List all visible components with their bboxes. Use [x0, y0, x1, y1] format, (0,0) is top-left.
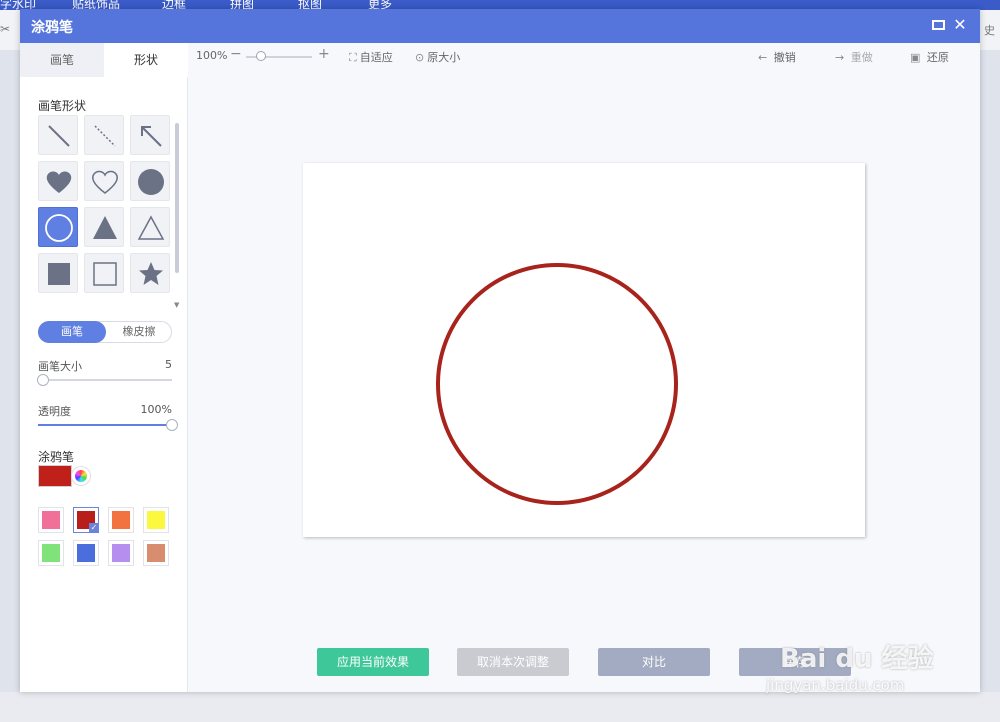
- drawing-canvas[interactable]: [303, 163, 865, 537]
- dashed-line-icon: [94, 125, 116, 147]
- color-swatch[interactable]: [38, 540, 64, 566]
- square-outline-icon: [93, 262, 117, 286]
- opacity-label: 透明度: [38, 405, 71, 418]
- scissors-icon[interactable]: ✂: [0, 22, 10, 36]
- color-swatch-fill: [147, 511, 165, 529]
- color-swatch-fill: [77, 544, 95, 562]
- brush-size-knob[interactable]: [37, 374, 49, 386]
- redo-label: 重做: [850, 51, 873, 64]
- color-swatch[interactable]: [143, 507, 169, 533]
- zoom-in-button[interactable]: +: [318, 46, 330, 62]
- triangle-outline-icon: [137, 215, 165, 240]
- arrow-icon: [141, 126, 162, 147]
- fit-label: 自适应: [359, 51, 393, 64]
- restore-button[interactable]: ▣ 还原: [910, 49, 949, 65]
- brush-eraser-toggle: 画笔 橡皮擦: [38, 321, 172, 343]
- zoom-level: 100%: [196, 49, 228, 62]
- brush-size-slider[interactable]: [37, 374, 172, 386]
- current-color-swatch[interactable]: [38, 465, 72, 487]
- color-swatch[interactable]: [73, 540, 99, 566]
- dialog-titlebar[interactable]: 涂鸦笔 ✕: [20, 9, 980, 43]
- color-swatch-fill: [112, 511, 130, 529]
- checkmark-icon: ✓: [89, 523, 99, 533]
- background-partial-label: 史: [984, 24, 995, 37]
- opacity-value: 100%: [140, 403, 172, 416]
- shape-triangle-filled-button[interactable]: [84, 207, 124, 247]
- apply-button[interactable]: 应用当前效果: [317, 648, 429, 676]
- original-size-label: 原大小: [427, 51, 461, 64]
- image-icon: ▣: [910, 51, 921, 64]
- shape-line-button[interactable]: [38, 115, 78, 155]
- shape-star-filled-button[interactable]: [130, 253, 170, 293]
- heart-filled-icon: [46, 171, 72, 193]
- color-swatch-fill: [112, 544, 130, 562]
- dialog-title: 涂鸦笔: [31, 20, 73, 36]
- undo-arrow-icon: ←: [758, 51, 768, 64]
- color-swatch[interactable]: ✓: [73, 507, 99, 533]
- left-panel: 画笔 形状 画笔形状 ▼ 画笔 橡皮擦 画笔大小 5 透明度 100% 涂鸦笔 …: [20, 43, 188, 692]
- undo-button[interactable]: ← 撤销: [758, 49, 796, 65]
- shape-circle-outline-button[interactable]: [38, 207, 78, 247]
- brush-size-value: 5: [165, 358, 172, 371]
- zoom-out-button[interactable]: −: [230, 46, 242, 62]
- color-swatch[interactable]: [108, 507, 134, 533]
- shape-heart-outline-button[interactable]: [84, 161, 124, 201]
- fit-icon: ⛶: [349, 51, 357, 64]
- magnifier-icon: ⊙: [415, 51, 425, 64]
- triangle-filled-icon: [93, 216, 117, 239]
- close-icon: ✕: [953, 15, 967, 34]
- color-swatch-fill: [42, 544, 60, 562]
- circle-outline-icon: [45, 214, 73, 242]
- canvas-drawing: [436, 263, 678, 505]
- fit-button[interactable]: ⛶ 自适应: [349, 49, 393, 65]
- original-size-button[interactable]: ⊙ 原大小: [415, 49, 460, 65]
- shape-triangle-outline-button[interactable]: [130, 207, 170, 247]
- tab-brush[interactable]: 画笔: [20, 43, 104, 77]
- opacity-fill: [38, 424, 172, 426]
- square-filled-icon: [48, 263, 70, 285]
- undo-label: 撤销: [773, 51, 796, 64]
- cancel-adjust-button[interactable]: 取消本次调整: [457, 648, 569, 676]
- color-swatch[interactable]: [108, 540, 134, 566]
- shape-circle-filled-button[interactable]: [130, 161, 170, 201]
- save-button[interactable]: 保存: [739, 648, 851, 676]
- restore-label: 还原: [926, 51, 949, 64]
- circle-filled-icon: [138, 169, 164, 195]
- color-swatch[interactable]: [38, 507, 64, 533]
- opacity-slider[interactable]: [38, 419, 178, 431]
- brush-size-label: 画笔大小: [38, 360, 82, 373]
- eraser-mode-button[interactable]: 橡皮擦: [105, 321, 173, 343]
- background-bottom: [0, 692, 1000, 722]
- shape-section-label: 画笔形状: [38, 99, 87, 113]
- maximize-icon: [931, 20, 945, 30]
- tab-shape[interactable]: 形状: [104, 43, 188, 77]
- shape-square-filled-button[interactable]: [38, 253, 78, 293]
- star-filled-icon: [139, 262, 163, 285]
- line-icon: [48, 125, 70, 147]
- color-swatch[interactable]: [143, 540, 169, 566]
- close-button[interactable]: ✕: [950, 15, 970, 35]
- shape-heart-filled-button[interactable]: [38, 161, 78, 201]
- compare-button[interactable]: 对比: [598, 648, 710, 676]
- scroll-down-icon[interactable]: ▼: [174, 301, 179, 309]
- brush-mode-button[interactable]: 画笔: [38, 321, 106, 343]
- shape-list-scrollbar[interactable]: [175, 123, 179, 273]
- redo-arrow-icon: →: [835, 51, 845, 64]
- color-picker-icon[interactable]: [72, 467, 90, 485]
- redo-button[interactable]: → 重做: [835, 49, 873, 65]
- color-swatch-fill: [147, 544, 165, 562]
- opacity-knob[interactable]: [166, 419, 178, 431]
- heart-outline-icon: [92, 170, 118, 194]
- panel-tabs: 画笔 形状: [20, 43, 188, 77]
- shape-arrow-button[interactable]: [130, 115, 170, 155]
- color-swatch-fill: [42, 511, 60, 529]
- maximize-button[interactable]: [928, 15, 948, 35]
- shape-dashed-line-button[interactable]: [84, 115, 124, 155]
- shape-square-outline-button[interactable]: [84, 253, 124, 293]
- color-section-label: 涂鸦笔: [38, 450, 75, 464]
- drawn-circle: [436, 263, 678, 505]
- zoom-slider-knob[interactable]: [256, 51, 266, 61]
- doodle-dialog: 涂鸦笔 ✕ 画笔 形状 画笔形状 ▼ 画笔 橡皮擦 画笔大小 5 透明度 100…: [20, 9, 980, 692]
